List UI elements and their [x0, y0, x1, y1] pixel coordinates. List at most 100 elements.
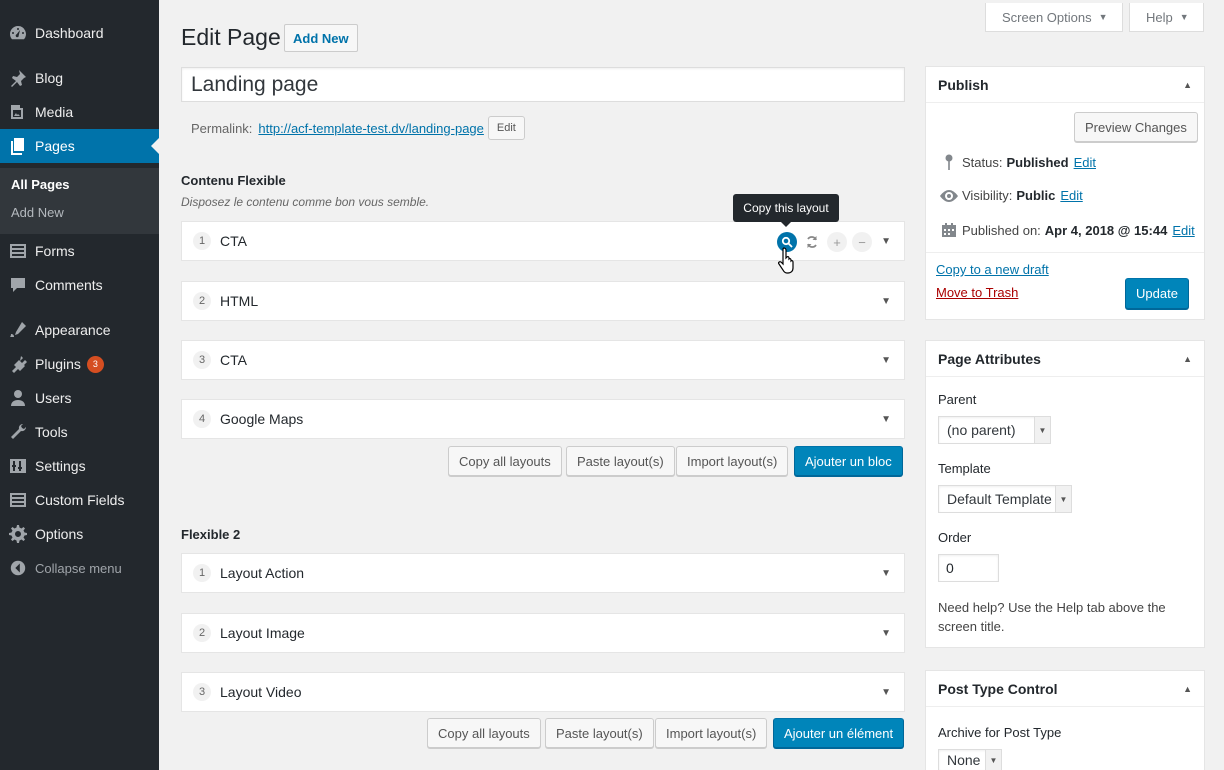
collapse-arrow-icon[interactable]: ▲	[1183, 354, 1192, 364]
add-element-button[interactable]: Ajouter un élément	[773, 718, 905, 748]
copy-layout-tooltip: Copy this layout	[733, 194, 839, 227]
screen-options-button[interactable]: Screen Options ▼	[985, 3, 1123, 32]
layout-row[interactable]: 3 Layout Video ▼	[181, 672, 905, 712]
import-layouts-button[interactable]: Import layout(s)	[655, 718, 768, 748]
comments-icon	[0, 275, 35, 295]
refresh-icon[interactable]	[802, 232, 822, 252]
flex2-label: Flexible 2	[181, 527, 241, 542]
menu-options[interactable]: Options	[0, 517, 159, 551]
order-input[interactable]: 0	[938, 554, 999, 582]
import-layouts-button[interactable]: Import layout(s)	[676, 446, 789, 476]
menu-forms[interactable]: Forms	[0, 234, 159, 268]
collapse-toggle-icon[interactable]: ▼	[881, 414, 891, 425]
menu-settings[interactable]: Settings	[0, 449, 159, 483]
submenu-all-pages[interactable]: All Pages	[11, 177, 70, 192]
flex1-description: Disposez le contenu comme bon vous sembl…	[181, 195, 430, 209]
menu-pages[interactable]: Pages	[0, 129, 159, 163]
layout-order[interactable]: 2	[193, 292, 211, 310]
collapse-arrow-icon[interactable]: ▲	[1183, 80, 1192, 90]
collapse-toggle-icon[interactable]: ▼	[881, 296, 891, 307]
paste-layouts-button[interactable]: Paste layout(s)	[545, 718, 654, 748]
layout-row[interactable]: 2 Layout Image ▼	[181, 613, 905, 653]
menu-label: Pages	[35, 138, 75, 154]
menu-comments[interactable]: Comments	[0, 268, 159, 302]
dashboard-icon	[0, 23, 35, 43]
visibility-edit-link[interactable]: Edit	[1060, 188, 1082, 203]
layout-name: Google Maps	[220, 411, 304, 427]
layout-row[interactable]: 3 CTA ▼	[181, 340, 905, 380]
menu-custom-fields[interactable]: Custom Fields	[0, 483, 159, 517]
publish-header[interactable]: Publish ▲	[926, 67, 1204, 103]
collapse-toggle-icon[interactable]: ▼	[881, 236, 891, 247]
menu-tools[interactable]: Tools	[0, 415, 159, 449]
menu-users[interactable]: Users	[0, 381, 159, 415]
collapse-toggle-icon[interactable]: ▼	[881, 628, 891, 639]
layout-order[interactable]: 2	[193, 624, 211, 642]
layout-order[interactable]: 4	[193, 410, 211, 428]
published-edit-link[interactable]: Edit	[1172, 223, 1194, 238]
template-label: Template	[938, 461, 991, 476]
layout-name: CTA	[220, 352, 247, 368]
help-label: Help	[1146, 9, 1173, 25]
copy-all-layouts-button[interactable]: Copy all layouts	[448, 446, 562, 476]
collapse-arrow-icon[interactable]: ▲	[1183, 684, 1192, 694]
help-button[interactable]: Help ▼	[1129, 3, 1204, 32]
menu-label: Plugins	[35, 356, 81, 372]
permalink-link[interactable]: http://acf-template-test.dv/landing-page	[258, 121, 483, 136]
menu-label: Comments	[35, 277, 103, 293]
archive-select[interactable]: None ▼	[938, 749, 1002, 770]
layout-order[interactable]: 1	[193, 564, 211, 582]
permalink-edit-button[interactable]: Edit	[487, 116, 525, 140]
users-icon	[0, 388, 35, 408]
parent-select[interactable]: (no parent) ▼	[938, 416, 1051, 444]
collapse-toggle-icon[interactable]: ▼	[881, 355, 891, 366]
collapse-menu-button[interactable]: Collapse menu	[0, 551, 159, 585]
pin-icon	[0, 68, 35, 88]
add-layout-icon[interactable]: +	[827, 232, 847, 252]
paste-layouts-button[interactable]: Paste layout(s)	[566, 446, 675, 476]
menu-label: Dashboard	[35, 25, 104, 41]
menu-appearance[interactable]: Appearance	[0, 313, 159, 347]
menu-media[interactable]: Media	[0, 95, 159, 129]
move-to-trash-link[interactable]: Move to Trash	[936, 285, 1018, 300]
copy-all-layouts-button[interactable]: Copy all layouts	[427, 718, 541, 748]
collapse-toggle-icon[interactable]: ▼	[881, 687, 891, 698]
copy-to-draft-link[interactable]: Copy to a new draft	[936, 262, 1049, 277]
page-attributes-header[interactable]: Page Attributes ▲	[926, 341, 1204, 377]
published-label: Published on:	[962, 222, 1041, 238]
layout-order[interactable]: 1	[193, 232, 211, 250]
remove-layout-icon[interactable]: −	[852, 232, 872, 252]
menu-label: Media	[35, 104, 74, 120]
visibility-label: Visibility:	[962, 188, 1013, 203]
menu-label: Tools	[35, 424, 68, 440]
layout-name: HTML	[220, 293, 259, 309]
layout-row[interactable]: 4 Google Maps ▼	[181, 399, 905, 439]
update-button[interactable]: Update	[1125, 278, 1189, 309]
parent-select-value: (no parent)	[947, 422, 1016, 438]
post-title-input[interactable]: Landing page	[181, 67, 905, 102]
menu-label: Appearance	[35, 322, 111, 338]
add-new-button[interactable]: Add New	[284, 24, 358, 52]
menu-blog[interactable]: Blog	[0, 61, 159, 95]
submenu-add-new[interactable]: Add New	[11, 205, 64, 220]
menu-plugins[interactable]: Plugins 3	[0, 347, 159, 381]
layout-order[interactable]: 3	[193, 351, 211, 369]
divider	[926, 252, 1204, 253]
menu-label: Blog	[35, 70, 64, 86]
page-attributes-help: Need help? Use the Help tab above the sc…	[938, 600, 1166, 634]
layout-row[interactable]: 1 Layout Action ▼	[181, 553, 905, 593]
menu-dashboard[interactable]: Dashboard	[0, 16, 159, 50]
menu-label: Options	[35, 526, 84, 542]
chevron-down-icon: ▼	[985, 750, 1001, 770]
layout-row[interactable]: 2 HTML ▼	[181, 281, 905, 321]
settings-icon	[0, 456, 35, 476]
add-block-button[interactable]: Ajouter un bloc	[794, 446, 903, 476]
collapse-toggle-icon[interactable]: ▼	[881, 568, 891, 579]
published-value: Apr 4, 2018 @ 15:44	[1044, 222, 1168, 238]
template-select[interactable]: Default Template ▼	[938, 485, 1072, 513]
plugins-icon	[0, 354, 35, 374]
post-type-control-header[interactable]: Post Type Control ▲	[926, 671, 1204, 707]
status-edit-link[interactable]: Edit	[1074, 155, 1096, 170]
preview-changes-button[interactable]: Preview Changes	[1074, 112, 1198, 142]
layout-order[interactable]: 3	[193, 683, 211, 701]
